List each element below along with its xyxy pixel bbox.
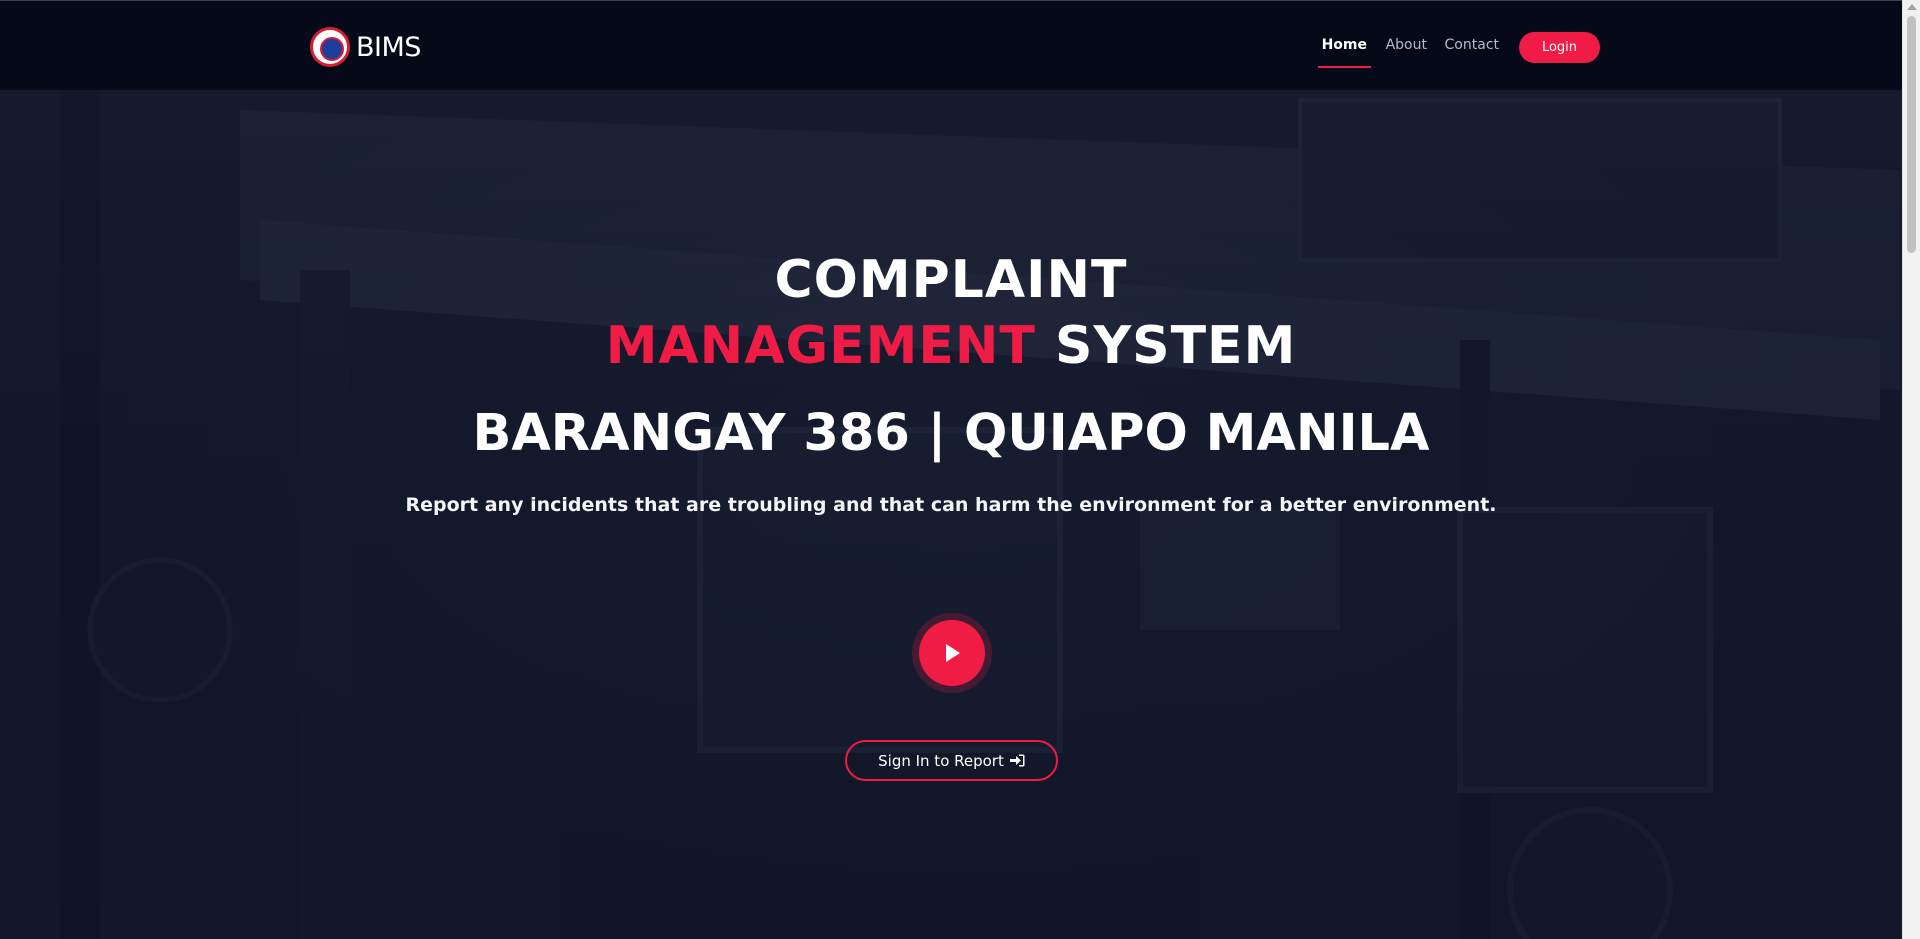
hero-tagline: Report any incidents that are troubling … [405, 494, 1497, 516]
sign-in-to-report-button[interactable]: Sign In to Report [845, 740, 1058, 781]
brand-logo[interactable]: BIMS [310, 27, 421, 67]
play-video-button[interactable] [912, 613, 992, 693]
hero-title-line1: COMPLAINT [774, 250, 1128, 310]
hero-subtitle: BARANGAY 386 | QUIAPO MANILA [472, 404, 1430, 463]
barangay-seal-icon [310, 27, 350, 67]
page: BIMS Home About Contact Login COMPLAINT … [0, 0, 1920, 939]
vertical-scrollbar[interactable] [1902, 0, 1920, 939]
brand-name: BIMS [356, 31, 421, 63]
scrollbar-thumb[interactable] [1907, 16, 1916, 253]
nav-home[interactable]: Home [1317, 37, 1372, 68]
play-icon [946, 644, 960, 662]
hero-content: COMPLAINT MANAGEMENT SYSTEM BARANGAY 386… [0, 90, 1920, 939]
play-button-circle [919, 620, 985, 686]
scroll-up-arrow-icon[interactable] [1907, 4, 1917, 10]
hero-title-line2: MANAGEMENT SYSTEM [0, 316, 1902, 376]
report-button-label: Sign In to Report [878, 751, 1004, 770]
nav-about[interactable]: About [1386, 37, 1427, 53]
hero-title-accent: MANAGEMENT [605, 316, 1036, 376]
sign-in-icon [1009, 754, 1025, 767]
nav-contact[interactable]: Contact [1445, 37, 1499, 53]
hero-title-rest: SYSTEM [1055, 316, 1297, 376]
hero-section: COMPLAINT MANAGEMENT SYSTEM BARANGAY 386… [0, 90, 1920, 939]
login-button[interactable]: Login [1519, 32, 1600, 63]
top-navbar: BIMS Home About Contact Login [0, 0, 1920, 90]
